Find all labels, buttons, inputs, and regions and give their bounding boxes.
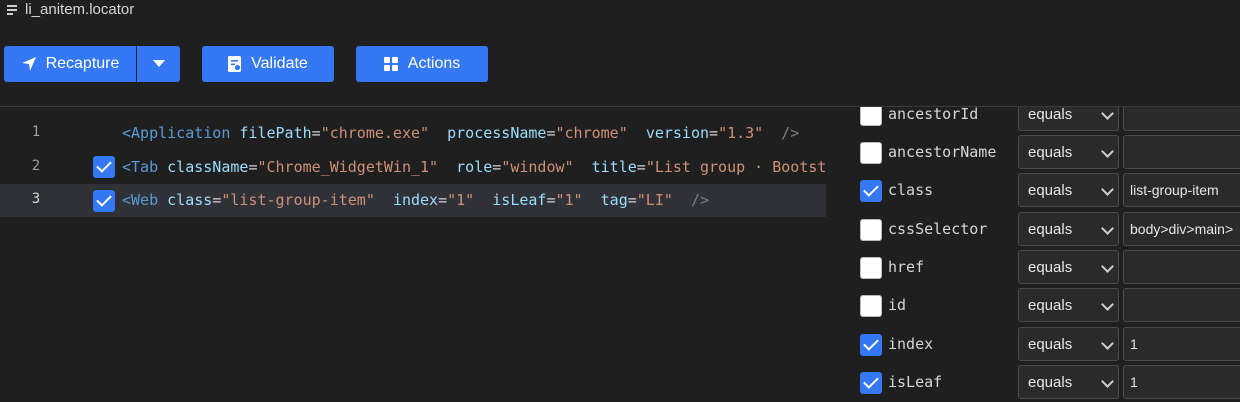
property-value-input[interactable]: 1: [1123, 365, 1240, 399]
navigation-arrow-icon: [21, 57, 36, 71]
code-line[interactable]: 2 <Tab className="Chrome_WidgetWin_1" ro…: [0, 151, 826, 184]
operator-select[interactable]: equals: [1018, 250, 1119, 284]
caret-down-icon: [152, 60, 165, 67]
operator-select[interactable]: equals: [1018, 107, 1119, 131]
recapture-dropdown-button[interactable]: [137, 46, 180, 82]
validate-doc-icon: [228, 56, 242, 72]
line-number: 3: [31, 191, 41, 207]
chevron-down-icon: [1101, 337, 1114, 350]
actions-button[interactable]: Actions: [356, 46, 488, 82]
line-number: 1: [31, 124, 41, 140]
property-name: cssSelector: [888, 220, 988, 238]
property-name: ancestorId: [888, 107, 979, 123]
operator-select[interactable]: equals: [1018, 365, 1119, 399]
property-row: ancestorId equals: [826, 107, 1240, 134]
property-checkbox[interactable]: [860, 295, 882, 317]
code-line-selected[interactable]: 3 <Web class="list-group-item" index="1"…: [0, 184, 826, 217]
property-row: href equals: [826, 249, 1240, 287]
property-value-input[interactable]: [1123, 107, 1240, 131]
code-content: <Web class="list-group-item" index="1" i…: [122, 191, 710, 209]
property-name: id: [888, 296, 907, 314]
code-content: <Application filePath="chrome.exe" proce…: [122, 124, 800, 142]
property-row: id equals: [826, 287, 1240, 325]
property-row: ancestorName equals: [826, 134, 1240, 172]
chevron-down-icon: [1101, 375, 1114, 388]
property-value-input[interactable]: body>div>main>: [1123, 212, 1240, 246]
grid-icon: [383, 56, 398, 71]
property-name: index: [888, 335, 934, 353]
property-name: class: [888, 181, 934, 199]
property-row: isLeaf equals 1: [826, 364, 1240, 402]
line-number: 2: [31, 158, 41, 174]
property-checkbox[interactable]: [860, 180, 882, 202]
property-checkbox[interactable]: [860, 107, 882, 126]
line-checkbox[interactable]: [93, 156, 115, 178]
operator-select[interactable]: equals: [1018, 212, 1119, 246]
property-row: index equals 1: [826, 326, 1240, 364]
tag-open: <Application: [122, 124, 231, 142]
property-checkbox[interactable]: [860, 257, 882, 279]
operator-select[interactable]: equals: [1018, 288, 1119, 322]
property-checkbox[interactable]: [860, 219, 882, 241]
property-checkbox[interactable]: [860, 372, 882, 394]
property-value-input[interactable]: list-group-item: [1123, 173, 1240, 207]
line-checkbox[interactable]: [93, 190, 115, 212]
operator-select[interactable]: equals: [1018, 327, 1119, 361]
window-title: li_anitem.locator: [25, 1, 135, 18]
property-name: isLeaf: [888, 373, 943, 391]
chevron-down-icon: [1101, 298, 1114, 311]
recapture-label: Recapture: [45, 55, 120, 72]
actions-label: Actions: [407, 55, 461, 72]
property-name: href: [888, 258, 925, 276]
operator-select[interactable]: equals: [1018, 135, 1119, 169]
property-value-input[interactable]: [1123, 288, 1240, 322]
property-row: class equals list-group-item: [826, 172, 1240, 210]
property-name: ancestorName: [888, 143, 997, 161]
recapture-button[interactable]: Recapture: [4, 46, 136, 82]
code-content: <Tab className="Chrome_WidgetWin_1" role…: [122, 158, 826, 176]
property-value-input[interactable]: 1: [1123, 327, 1240, 361]
property-row: cssSelector equals body>div>main>: [826, 211, 1240, 249]
property-checkbox[interactable]: [860, 142, 882, 164]
chevron-down-icon: [1101, 145, 1114, 158]
property-checkbox[interactable]: [860, 334, 882, 356]
validate-button[interactable]: Validate: [202, 46, 334, 82]
code-line[interactable]: 1 <Application filePath="chrome.exe" pro…: [0, 117, 826, 150]
chevron-down-icon: [1101, 107, 1114, 120]
chevron-down-icon: [1101, 260, 1114, 273]
property-panel: ancestorId equals ancestorName equals cl…: [826, 107, 1240, 402]
chevron-down-icon: [1101, 183, 1114, 196]
property-value-input[interactable]: [1123, 250, 1240, 284]
document-icon: [7, 5, 17, 15]
operator-select[interactable]: equals: [1018, 173, 1119, 207]
property-value-input[interactable]: [1123, 135, 1240, 169]
chevron-down-icon: [1101, 222, 1114, 235]
validate-label: Validate: [251, 55, 308, 72]
title-bar: li_anitem.locator: [0, 0, 1240, 22]
